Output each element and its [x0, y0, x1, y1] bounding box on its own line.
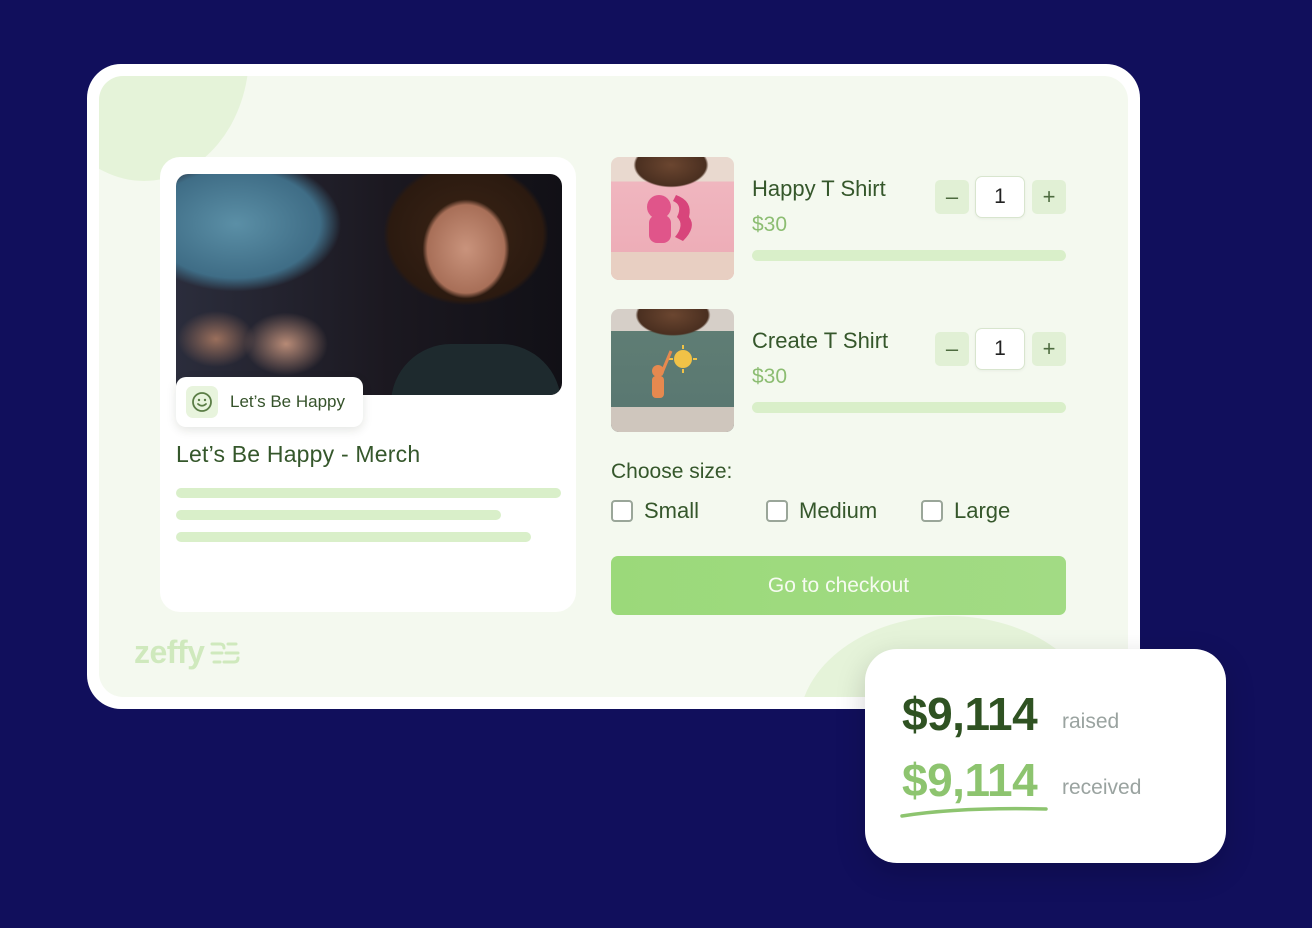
received-label: received	[1062, 776, 1142, 799]
received-amount: $9,114	[902, 754, 1038, 806]
campaign-card: Let’s Be Happy Let’s Be Happy - Merch	[160, 157, 576, 612]
zeffy-logo: zeffy	[134, 634, 242, 671]
checkout-button[interactable]: Go to checkout	[611, 556, 1066, 615]
fundraising-stats-card: $9,114 raised $9,114 received	[865, 649, 1226, 863]
size-option-label: Small	[644, 498, 700, 523]
product-name: Create T Shirt	[752, 328, 889, 353]
underline-swoosh	[900, 806, 1048, 818]
decrease-quantity-button[interactable]: –	[935, 332, 969, 366]
product-price: $30	[752, 365, 788, 388]
product-price: $30	[752, 213, 788, 236]
campaign-tag-chip: Let’s Be Happy	[176, 377, 363, 427]
checkbox[interactable]	[921, 500, 943, 522]
product-placeholder-bar	[752, 250, 1066, 261]
increase-quantity-button[interactable]: +	[1032, 332, 1066, 366]
campaign-tag-label: Let’s Be Happy	[230, 392, 345, 411]
raised-label: raised	[1062, 710, 1120, 733]
size-option-label: Medium	[799, 498, 878, 523]
size-option-medium[interactable]: Medium	[766, 498, 877, 524]
description-placeholder-line	[176, 532, 531, 542]
product-name: Happy T Shirt	[752, 176, 886, 201]
checkbox[interactable]	[766, 500, 788, 522]
description-placeholder-line	[176, 510, 501, 520]
size-option-label: Large	[954, 498, 1011, 523]
increase-quantity-button[interactable]: +	[1032, 180, 1066, 214]
checkbox[interactable]	[611, 500, 633, 522]
description-placeholder-line	[176, 488, 561, 498]
product-placeholder-bar	[752, 402, 1066, 413]
happy-t-shirt-image	[611, 157, 734, 280]
create-t-shirt-image	[611, 309, 734, 432]
raised-amount: $9,114	[902, 688, 1038, 740]
quantity-input[interactable]: 1	[975, 176, 1025, 218]
decrease-quantity-button[interactable]: –	[935, 180, 969, 214]
smiley-icon	[186, 386, 218, 418]
quantity-input[interactable]: 1	[975, 328, 1025, 370]
size-option-small[interactable]: Small	[611, 498, 699, 524]
brand-mark-icon	[210, 642, 240, 663]
size-option-large[interactable]: Large	[921, 498, 1010, 524]
campaign-title: Let’s Be Happy - Merch	[176, 441, 421, 467]
brand-name: zeffy	[134, 634, 205, 670]
campaign-hero-image	[176, 174, 562, 395]
size-label: Choose size:	[611, 460, 733, 483]
